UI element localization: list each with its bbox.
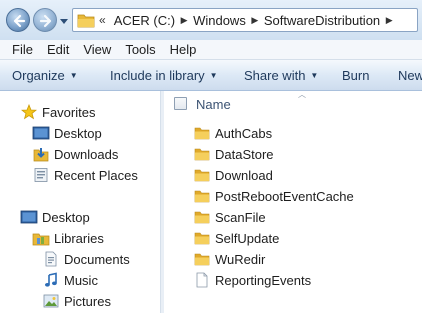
new-folder-label: New folder	[398, 67, 422, 83]
forward-button[interactable]	[33, 8, 57, 32]
list-item-name: AuthCabs	[215, 125, 273, 141]
burn-button[interactable]: Burn	[342, 68, 398, 83]
list-item[interactable]: WuRedir	[194, 249, 265, 269]
folder-icon	[194, 148, 210, 161]
folder-icon	[194, 253, 210, 266]
breadcrumb-softwaredistribution[interactable]: SoftwareDistribution	[262, 13, 382, 28]
recent-places-icon	[32, 167, 50, 183]
nav-item-label: Pictures	[64, 293, 111, 309]
nav-desktop-label: Desktop	[42, 209, 90, 225]
list-item[interactable]: Download	[194, 165, 273, 185]
folder-icon	[194, 211, 210, 224]
breadcrumb-windows[interactable]: Windows	[191, 13, 248, 28]
share-with-label: Share with	[244, 67, 306, 83]
recent-pages-dropdown-icon[interactable]	[60, 17, 68, 25]
column-header: Name ︿	[164, 91, 422, 117]
breadcrumb-separator-icon[interactable]: ▶	[382, 15, 396, 26]
nav-item-label: Downloads	[54, 146, 119, 162]
back-arrow-icon	[13, 14, 26, 28]
forward-arrow-icon	[39, 14, 52, 28]
list-item-name: SelfUpdate	[215, 230, 280, 246]
list-item-name: DataStore	[215, 146, 274, 162]
nav-desktop[interactable]: Desktop	[20, 207, 90, 227]
burn-label: Burn	[342, 67, 370, 83]
breadcrumb-drive[interactable]: ACER (C:)	[112, 13, 177, 28]
address-region: « ACER (C:) ▶ Windows ▶ SoftwareDistribu…	[0, 0, 422, 40]
list-item[interactable]: ReportingEvents	[194, 270, 311, 290]
desktop-icon	[20, 209, 38, 225]
pictures-icon	[42, 293, 60, 309]
share-with-button[interactable]: Share with ▼	[244, 68, 342, 83]
menu-help[interactable]: Help	[164, 42, 205, 57]
nav-favorites[interactable]: Favorites	[20, 102, 95, 122]
folder-icon	[194, 169, 210, 182]
nav-libraries-music[interactable]: Music	[42, 270, 98, 290]
nav-item-label: Music	[64, 272, 98, 288]
menu-edit[interactable]: Edit	[41, 42, 77, 57]
nav-libraries-label: Libraries	[54, 230, 104, 246]
list-item-name: WuRedir	[215, 251, 266, 267]
nav-libraries-documents[interactable]: Documents	[42, 249, 130, 269]
star-icon	[20, 104, 38, 120]
downloads-icon	[32, 146, 50, 162]
music-icon	[42, 272, 60, 288]
list-item[interactable]: ScanFile	[194, 207, 266, 227]
list-item[interactable]: DataStore	[194, 144, 274, 164]
select-all-checkbox[interactable]	[174, 97, 187, 110]
nav-favorites-desktop[interactable]: Desktop	[32, 123, 102, 143]
list-item-name: ScanFile	[215, 209, 266, 225]
list-item[interactable]: SelfUpdate	[194, 228, 279, 248]
sort-ascending-icon: ︿	[298, 91, 306, 99]
breadcrumb-overflow[interactable]: «	[99, 13, 106, 27]
nav-item-label: Recent Places	[54, 167, 138, 183]
folder-icon	[194, 232, 210, 245]
nav-item-label: Desktop	[54, 125, 102, 141]
dropdown-arrow-icon: ▼	[209, 70, 218, 80]
menu-view[interactable]: View	[77, 42, 119, 57]
list-item-name: Download	[215, 167, 273, 183]
nav-item-label: Documents	[64, 251, 130, 267]
address-bar[interactable]: « ACER (C:) ▶ Windows ▶ SoftwareDistribu…	[72, 8, 418, 32]
folder-icon	[194, 127, 210, 140]
folder-icon	[77, 14, 95, 28]
nav-libraries-pictures[interactable]: Pictures	[42, 291, 111, 311]
nav-favorites-downloads[interactable]: Downloads	[32, 144, 118, 164]
navigation-pane: Favorites Desktop Downloads Recent Place…	[0, 91, 160, 313]
back-button[interactable]	[6, 8, 30, 32]
command-bar: Organize ▼ Include in library ▼ Share wi…	[0, 60, 422, 91]
breadcrumb-separator-icon[interactable]: ▶	[177, 15, 191, 26]
include-in-library-label: Include in library	[110, 67, 205, 83]
document-icon	[196, 272, 208, 288]
nav-favorites-recent-places[interactable]: Recent Places	[32, 165, 138, 185]
desktop-icon	[32, 125, 50, 141]
include-in-library-button[interactable]: Include in library ▼	[110, 68, 244, 83]
list-item[interactable]: AuthCabs	[194, 123, 272, 143]
file-list: Name ︿ AuthCabs DataStore Download PostR…	[164, 91, 422, 313]
documents-icon	[42, 251, 60, 267]
list-item[interactable]: PostRebootEventCache	[194, 186, 354, 206]
breadcrumb-separator-icon[interactable]: ▶	[248, 15, 262, 26]
list-item-name: PostRebootEventCache	[215, 188, 354, 204]
dropdown-arrow-icon: ▼	[310, 70, 319, 80]
menu-tools[interactable]: Tools	[119, 42, 163, 57]
dropdown-arrow-icon: ▼	[69, 70, 78, 80]
new-folder-button[interactable]: New folder	[398, 68, 422, 83]
list-item-name: ReportingEvents	[215, 272, 312, 288]
organize-label: Organize	[12, 67, 65, 83]
menu-file[interactable]: File	[6, 42, 41, 57]
libraries-icon	[32, 230, 50, 246]
nav-libraries[interactable]: Libraries	[32, 228, 104, 248]
nav-favorites-label: Favorites	[42, 104, 96, 120]
menu-bar: File Edit View Tools Help	[0, 40, 422, 60]
organize-button[interactable]: Organize ▼	[12, 68, 110, 83]
column-header-name[interactable]: Name	[196, 97, 231, 112]
folder-icon	[194, 190, 210, 203]
